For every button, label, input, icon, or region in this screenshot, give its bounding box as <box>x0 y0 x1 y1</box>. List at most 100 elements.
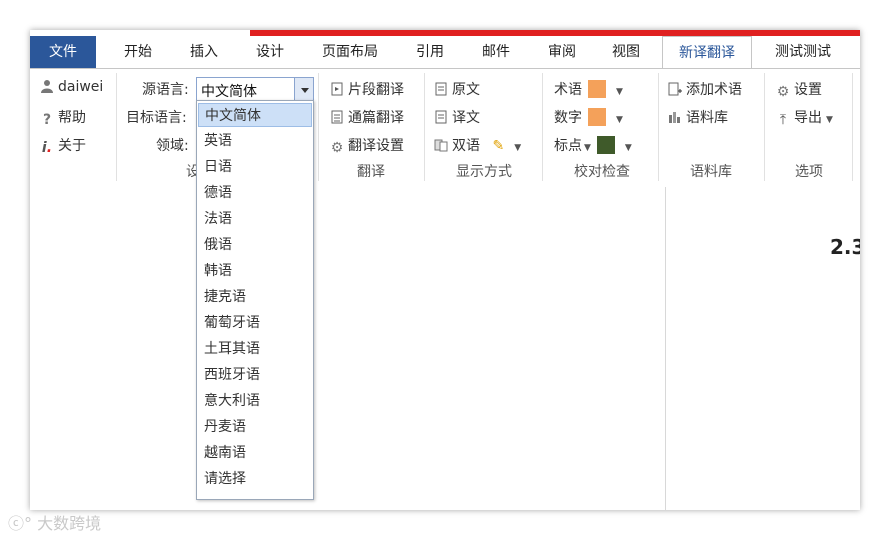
chevron-down-icon[interactable] <box>294 78 313 102</box>
language-option[interactable]: 俄语 <box>198 233 312 257</box>
tab-view[interactable]: 视图 <box>598 36 654 68</box>
pen-icon[interactable]: ✎ <box>492 138 504 154</box>
tab-mailings[interactable]: 邮件 <box>468 36 524 68</box>
export-icon: ⤒ <box>779 112 787 128</box>
full-translate-button[interactable]: 通篇翻译 <box>330 107 404 127</box>
punct-color-swatch <box>596 136 615 154</box>
document-heading: 2.3 <box>830 235 860 259</box>
term-color-picker[interactable]: 术语 ▼ <box>554 79 623 99</box>
target-language-label: 目标语言: <box>126 110 187 126</box>
fragment-translate-button[interactable]: 片段翻译 <box>330 79 404 99</box>
chevron-down-icon[interactable]: ▼ <box>826 115 833 125</box>
settings-button[interactable]: ⚙ 设置 <box>776 79 822 99</box>
corpus-group-label: 语料库 <box>690 164 732 180</box>
punct-color-picker[interactable]: 标点 ▼ ▼ <box>554 135 632 155</box>
add-term-label: 添加术语 <box>686 82 742 98</box>
gear-icon: ⚙ <box>330 140 344 156</box>
language-option[interactable]: 西班牙语 <box>198 363 312 387</box>
app-window: 文件 开始 插入 设计 页面布局 引用 邮件 审阅 视图 新译翻译 测试测试 d… <box>30 30 860 510</box>
user-account[interactable]: daiwei <box>40 79 103 95</box>
show-bilingual-label: 双语 <box>452 138 480 154</box>
corpus-library-label: 语料库 <box>686 110 728 126</box>
show-original-label: 原文 <box>452 82 480 98</box>
language-option[interactable]: 葡萄牙语 <box>198 311 312 335</box>
help-icon: ? <box>42 112 52 128</box>
settings-label: 设置 <box>794 82 822 98</box>
watermark-text: 大数跨境 <box>37 514 102 533</box>
export-label: 导出 <box>794 110 822 126</box>
user-icon <box>41 80 53 93</box>
language-option[interactable]: 请选择 <box>198 467 312 491</box>
add-document-icon <box>668 82 682 96</box>
separator <box>318 73 319 181</box>
source-language-dropdown: 中文简体 英语 日语 德语 法语 俄语 韩语 捷克语 葡萄牙语 土耳其语 西班牙… <box>196 100 314 500</box>
user-name: daiwei <box>58 79 104 95</box>
tab-page-layout[interactable]: 页面布局 <box>312 36 388 68</box>
gear-icon: ⚙ <box>776 84 790 100</box>
chevron-down-icon[interactable]: ▼ <box>625 143 632 153</box>
export-button[interactable]: ⤒ 导出 ▼ <box>776 107 833 127</box>
term-color-swatch <box>588 80 606 98</box>
tab-design[interactable]: 设计 <box>242 36 298 68</box>
add-term-button[interactable]: 添加术语 <box>668 79 742 99</box>
translate-settings-label: 翻译设置 <box>348 138 404 154</box>
options-group-label: 选项 <box>795 164 823 180</box>
language-option[interactable]: 德语 <box>198 181 312 205</box>
chevron-down-icon[interactable]: ▼ <box>616 87 623 97</box>
chevron-down-icon[interactable]: ▼ <box>514 143 521 153</box>
proof-group-label: 校对检查 <box>574 164 630 180</box>
ribbon: daiwei ? 帮助 i. 关于 源语言: 中文简体 目标语言: 领域: 设 片段… <box>30 68 860 188</box>
translate-group-label: 翻译 <box>357 164 385 180</box>
document-lines-icon <box>331 110 343 124</box>
document-icon <box>435 110 447 124</box>
language-option[interactable]: 英语 <box>198 129 312 153</box>
chevron-down-icon[interactable]: ▼ <box>584 143 591 153</box>
document-area[interactable]: 2.3 <box>30 187 860 510</box>
language-option[interactable]: 捷克语 <box>198 285 312 309</box>
language-option[interactable]: 意大利语 <box>198 389 312 413</box>
language-option[interactable]: 越南语 <box>198 441 312 465</box>
show-bilingual-button[interactable]: 双语 ✎ ▼ <box>434 135 521 155</box>
language-option[interactable]: 土耳其语 <box>198 337 312 361</box>
show-translated-label: 译文 <box>452 110 480 126</box>
source-language-label: 源语言: <box>142 82 189 98</box>
language-option[interactable]: 中文简体 <box>198 103 312 127</box>
show-original-button[interactable]: 原文 <box>434 79 480 99</box>
number-color-picker[interactable]: 数字 ▼ <box>554 107 623 127</box>
full-translate-label: 通篇翻译 <box>348 110 404 126</box>
chevron-down-icon[interactable]: ▼ <box>616 115 623 125</box>
term-label: 术语 <box>554 82 582 98</box>
ribbon-tab-bar: 文件 开始 插入 设计 页面布局 引用 邮件 审阅 视图 新译翻译 测试测试 <box>30 36 860 70</box>
language-option[interactable]: 韩语 <box>198 259 312 283</box>
tab-insert[interactable]: 插入 <box>176 36 232 68</box>
corpus-library-button[interactable]: 语料库 <box>668 107 728 127</box>
tab-file[interactable]: 文件 <box>30 36 96 68</box>
tab-test[interactable]: 测试测试 <box>760 36 846 68</box>
language-option[interactable]: 法语 <box>198 207 312 231</box>
separator <box>116 73 117 181</box>
language-option[interactable]: 日语 <box>198 155 312 179</box>
domain-label: 领域: <box>156 138 189 154</box>
punct-label: 标点 <box>554 138 582 154</box>
translate-settings-button[interactable]: ⚙ 翻译设置 <box>330 135 404 155</box>
help-button[interactable]: ? 帮助 <box>40 107 86 127</box>
tab-review[interactable]: 审阅 <box>534 36 590 68</box>
number-label: 数字 <box>554 110 582 126</box>
about-button[interactable]: i. 关于 <box>40 135 86 155</box>
page-edge <box>665 187 666 510</box>
fragment-translate-label: 片段翻译 <box>348 82 404 98</box>
document-icon <box>331 82 343 96</box>
bar-chart-icon <box>669 112 680 123</box>
separator <box>852 73 853 181</box>
tab-references[interactable]: 引用 <box>402 36 458 68</box>
number-color-swatch <box>588 108 606 126</box>
bilingual-icon <box>434 139 448 152</box>
tab-home[interactable]: 开始 <box>110 36 166 68</box>
tab-xinyi-translate[interactable]: 新译翻译 <box>662 36 752 70</box>
watermark-logo-icon: ⓒ° <box>8 514 33 533</box>
watermark: ⓒ° 大数跨境 <box>8 510 101 534</box>
show-translated-button[interactable]: 译文 <box>434 107 480 127</box>
info-icon: i. <box>41 140 53 156</box>
about-label: 关于 <box>58 138 86 154</box>
language-option[interactable]: 丹麦语 <box>198 415 312 439</box>
